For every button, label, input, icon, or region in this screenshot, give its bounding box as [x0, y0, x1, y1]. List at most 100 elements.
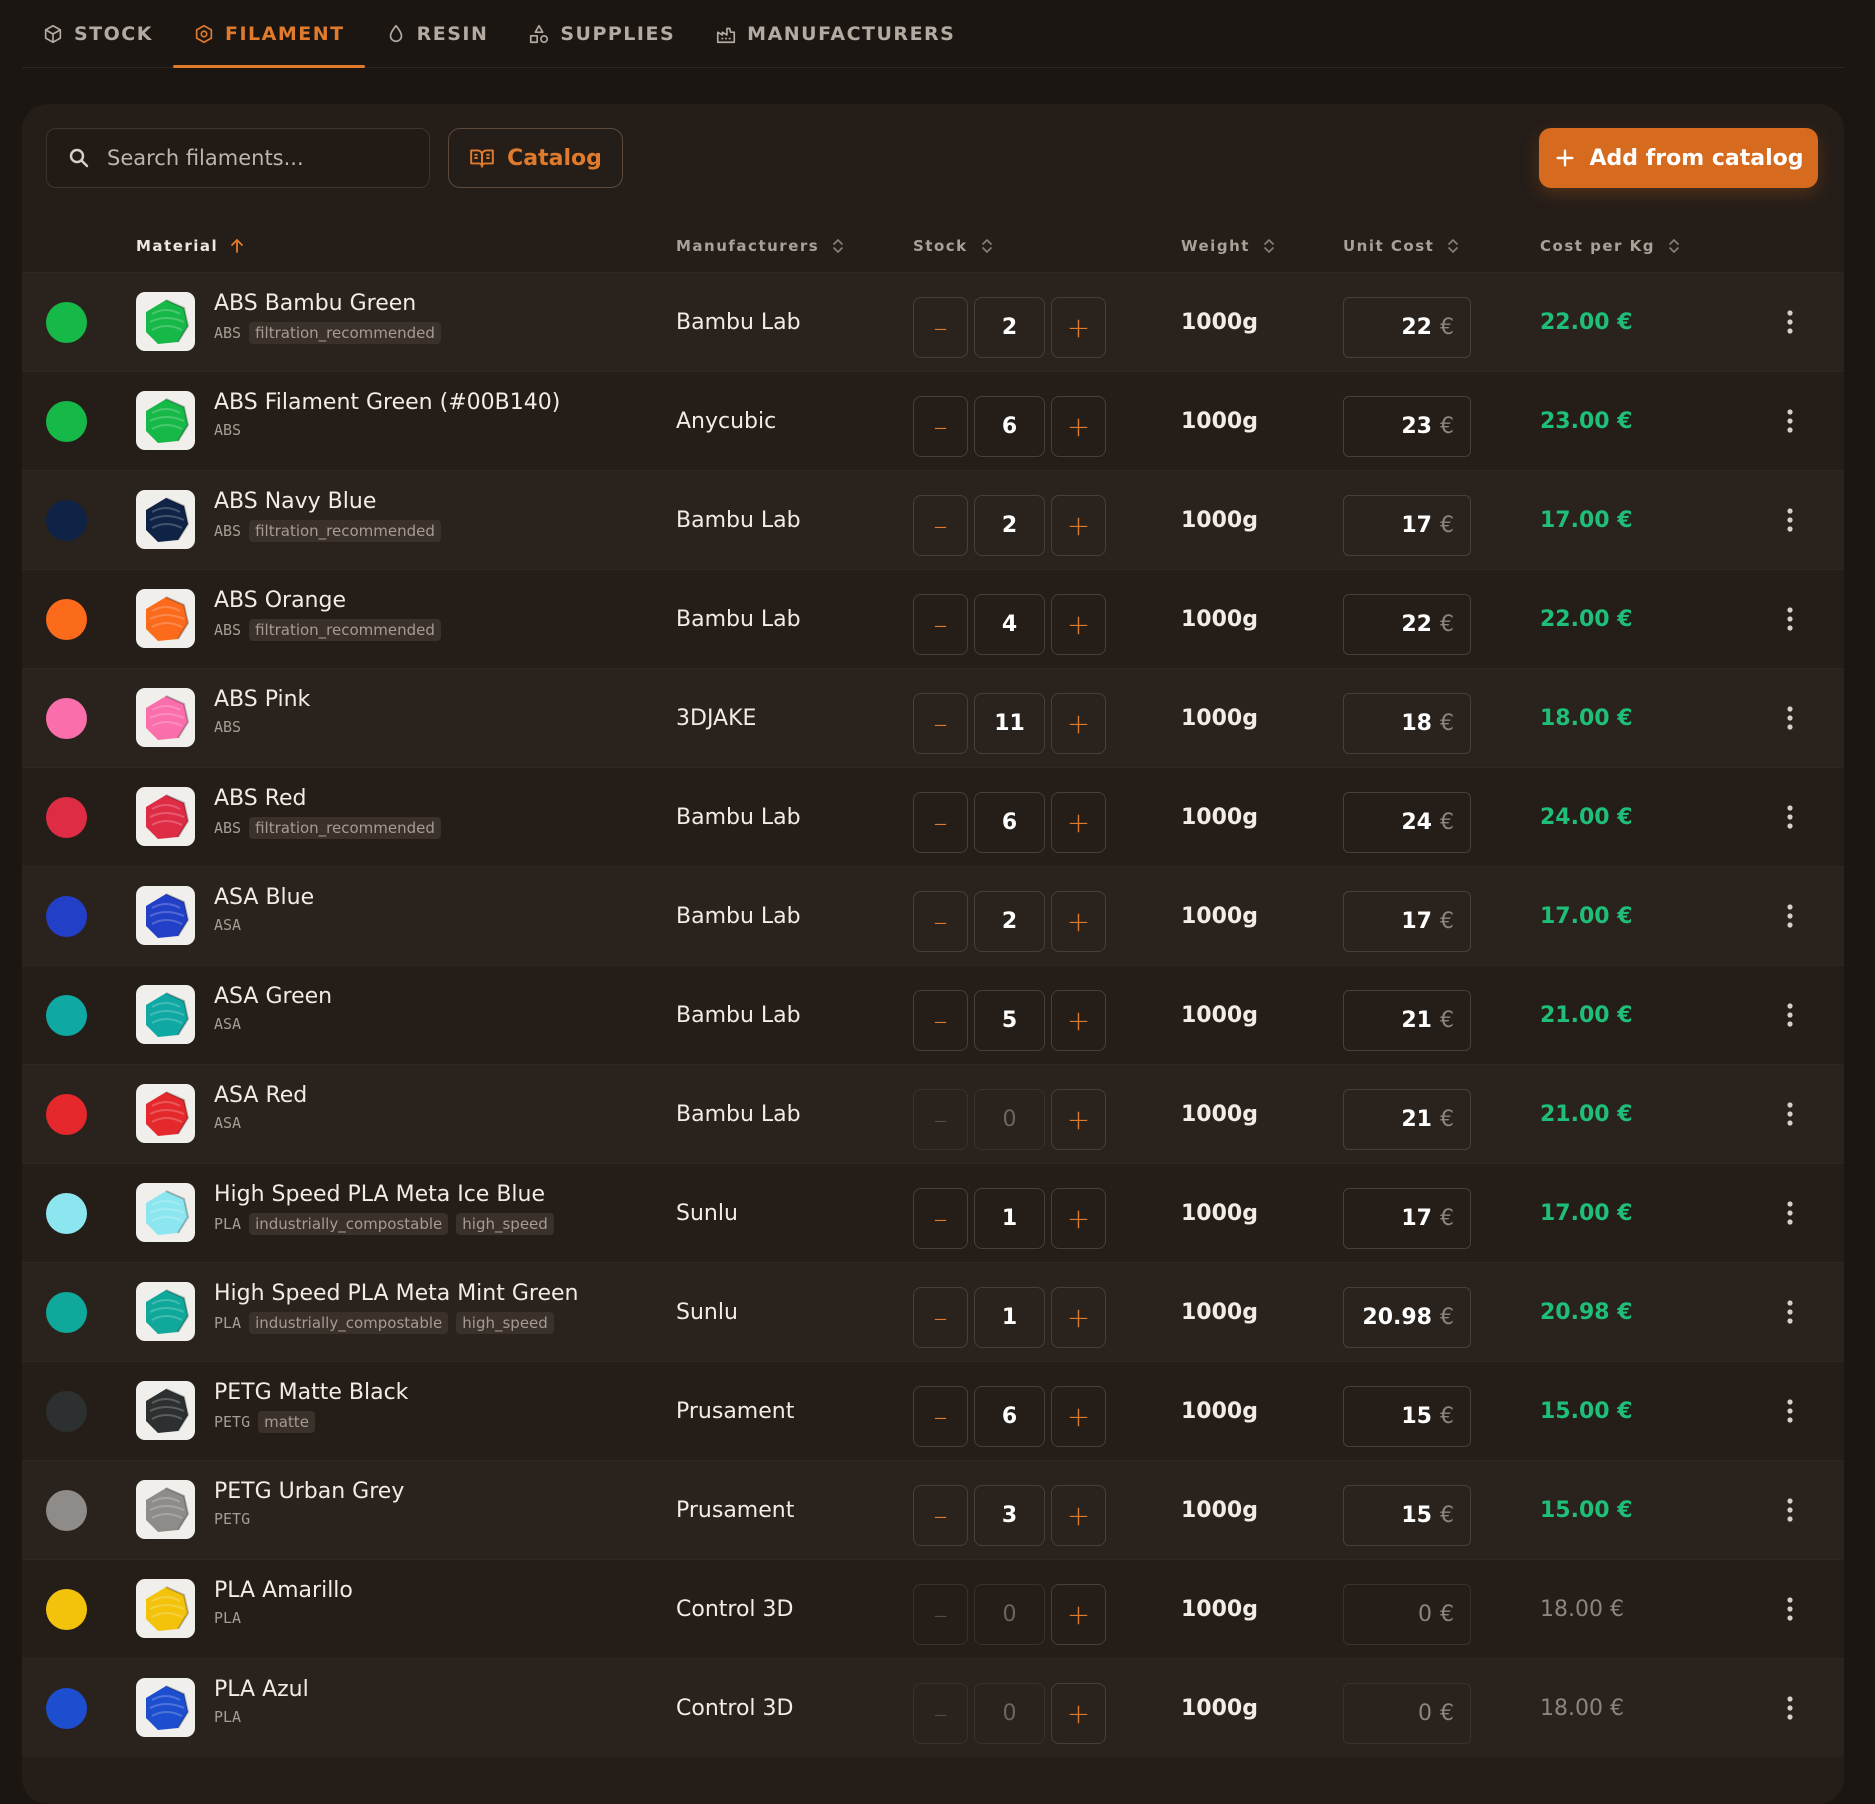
stock-value[interactable]: 1: [974, 1287, 1045, 1348]
increment-stock-button[interactable]: +: [1051, 396, 1106, 457]
row-menu-button[interactable]: [1778, 1295, 1802, 1329]
add-from-catalog-button[interactable]: Add from catalog: [1539, 128, 1818, 188]
tab-stock[interactable]: STOCK: [22, 0, 173, 67]
unit-cost-input[interactable]: 0 €: [1343, 1683, 1471, 1744]
stock-value[interactable]: 2: [974, 891, 1045, 952]
row-menu-button[interactable]: [1778, 1691, 1802, 1725]
row-menu-button[interactable]: [1778, 1592, 1802, 1626]
unit-cost-input[interactable]: 17 €: [1343, 495, 1471, 556]
currency-symbol: €: [1440, 1206, 1454, 1231]
row-menu-button[interactable]: [1778, 800, 1802, 834]
tab-filament[interactable]: FILAMENT: [172, 0, 365, 68]
stock-value[interactable]: 6: [974, 792, 1045, 853]
stock-value[interactable]: 2: [974, 297, 1045, 358]
currency-symbol: €: [1440, 513, 1454, 538]
unit-cost-input[interactable]: 0 €: [1343, 1584, 1471, 1645]
decrement-stock-button[interactable]: –: [913, 1584, 968, 1645]
material-name: ABS Pink: [214, 687, 311, 712]
increment-stock-button[interactable]: +: [1051, 1584, 1106, 1645]
catalog-button[interactable]: Catalog: [448, 128, 623, 188]
increment-stock-button[interactable]: +: [1051, 1386, 1106, 1447]
unit-cost-input[interactable]: 17 €: [1343, 1188, 1471, 1249]
decrement-stock-button[interactable]: –: [913, 1485, 968, 1546]
search-input[interactable]: [107, 146, 397, 170]
column-header-stock[interactable]: Stock: [913, 220, 994, 272]
decrement-stock-button[interactable]: –: [913, 990, 968, 1051]
row-menu-button[interactable]: [1778, 899, 1802, 933]
increment-stock-button[interactable]: +: [1051, 1287, 1106, 1348]
row-menu-button[interactable]: [1778, 602, 1802, 636]
decrement-stock-button[interactable]: –: [913, 1287, 968, 1348]
stock-value[interactable]: 1: [974, 1188, 1045, 1249]
stock-value[interactable]: 0: [974, 1584, 1045, 1645]
decrement-stock-button[interactable]: –: [913, 891, 968, 952]
unit-cost-input[interactable]: 21 €: [1343, 1089, 1471, 1150]
tab-resin[interactable]: RESIN: [365, 0, 509, 67]
weight: 1000g: [1181, 1497, 1258, 1523]
decrement-stock-button[interactable]: –: [913, 1089, 968, 1150]
increment-stock-button[interactable]: +: [1051, 1683, 1106, 1744]
stock-value[interactable]: 0: [974, 1089, 1045, 1150]
search-box[interactable]: [46, 128, 430, 188]
column-header-cost-per-kg[interactable]: Cost per Kg: [1540, 220, 1681, 272]
unit-cost-input[interactable]: 15 €: [1343, 1386, 1471, 1447]
increment-stock-button[interactable]: +: [1051, 693, 1106, 754]
row-menu-button[interactable]: [1778, 701, 1802, 735]
decrement-stock-button[interactable]: –: [913, 396, 968, 457]
decrement-stock-button[interactable]: –: [913, 1683, 968, 1744]
row-menu-button[interactable]: [1778, 1196, 1802, 1230]
row-menu-button[interactable]: [1778, 1394, 1802, 1428]
increment-stock-button[interactable]: +: [1051, 297, 1106, 358]
row-menu-button[interactable]: [1778, 503, 1802, 537]
increment-stock-button[interactable]: +: [1051, 1485, 1106, 1546]
increment-stock-button[interactable]: +: [1051, 594, 1106, 655]
unit-cost-input[interactable]: 20.98 €: [1343, 1287, 1471, 1348]
row-menu-button[interactable]: [1778, 404, 1802, 438]
stock-value[interactable]: 2: [974, 495, 1045, 556]
stock-value[interactable]: 4: [974, 594, 1045, 655]
stock-stepper: –6 +: [913, 1386, 1106, 1447]
decrement-stock-button[interactable]: –: [913, 1188, 968, 1249]
unit-cost-input[interactable]: 17 €: [1343, 891, 1471, 952]
column-header-unit-cost[interactable]: Unit Cost: [1343, 220, 1460, 272]
decrement-stock-button[interactable]: –: [913, 792, 968, 853]
spool-thumbnail: [136, 1282, 195, 1341]
column-header-material[interactable]: Material: [136, 220, 244, 272]
unit-cost-input[interactable]: 22 €: [1343, 594, 1471, 655]
currency-symbol: €: [1440, 612, 1454, 637]
row-menu-button[interactable]: [1778, 998, 1802, 1032]
unit-cost-input[interactable]: 23 €: [1343, 396, 1471, 457]
column-header-manufacturers[interactable]: Manufacturers: [676, 220, 845, 272]
increment-stock-button[interactable]: +: [1051, 891, 1106, 952]
unit-cost-input[interactable]: 22 €: [1343, 297, 1471, 358]
increment-stock-button[interactable]: +: [1051, 495, 1106, 556]
stock-value[interactable]: 6: [974, 396, 1045, 457]
stock-value[interactable]: 11: [974, 693, 1045, 754]
unit-cost-input[interactable]: 21 €: [1343, 990, 1471, 1051]
stock-value[interactable]: 0: [974, 1683, 1045, 1744]
decrement-stock-button[interactable]: –: [913, 693, 968, 754]
increment-stock-button[interactable]: +: [1051, 1188, 1106, 1249]
search-icon: [69, 148, 89, 168]
row-menu-button[interactable]: [1778, 305, 1802, 339]
decrement-stock-button[interactable]: –: [913, 594, 968, 655]
unit-cost-input[interactable]: 18 €: [1343, 693, 1471, 754]
row-menu-button[interactable]: [1778, 1493, 1802, 1527]
stock-value[interactable]: 3: [974, 1485, 1045, 1546]
cost-per-kg: 23.00 €: [1540, 408, 1633, 434]
decrement-stock-button[interactable]: –: [913, 297, 968, 358]
column-header-weight[interactable]: Weight: [1181, 220, 1276, 272]
tab-supplies[interactable]: SUPPLIES: [508, 0, 695, 67]
tab-manufacturers[interactable]: MANUFACTURERS: [695, 0, 975, 67]
row-menu-button[interactable]: [1778, 1097, 1802, 1131]
unit-cost-input[interactable]: 15 €: [1343, 1485, 1471, 1546]
stock-value[interactable]: 6: [974, 1386, 1045, 1447]
stock-value[interactable]: 5: [974, 990, 1045, 1051]
decrement-stock-button[interactable]: –: [913, 495, 968, 556]
increment-stock-button[interactable]: +: [1051, 792, 1106, 853]
decrement-stock-button[interactable]: –: [913, 1386, 968, 1447]
increment-stock-button[interactable]: +: [1051, 1089, 1106, 1150]
manufacturer: Bambu Lab: [676, 1002, 801, 1028]
unit-cost-input[interactable]: 24 €: [1343, 792, 1471, 853]
increment-stock-button[interactable]: +: [1051, 990, 1106, 1051]
